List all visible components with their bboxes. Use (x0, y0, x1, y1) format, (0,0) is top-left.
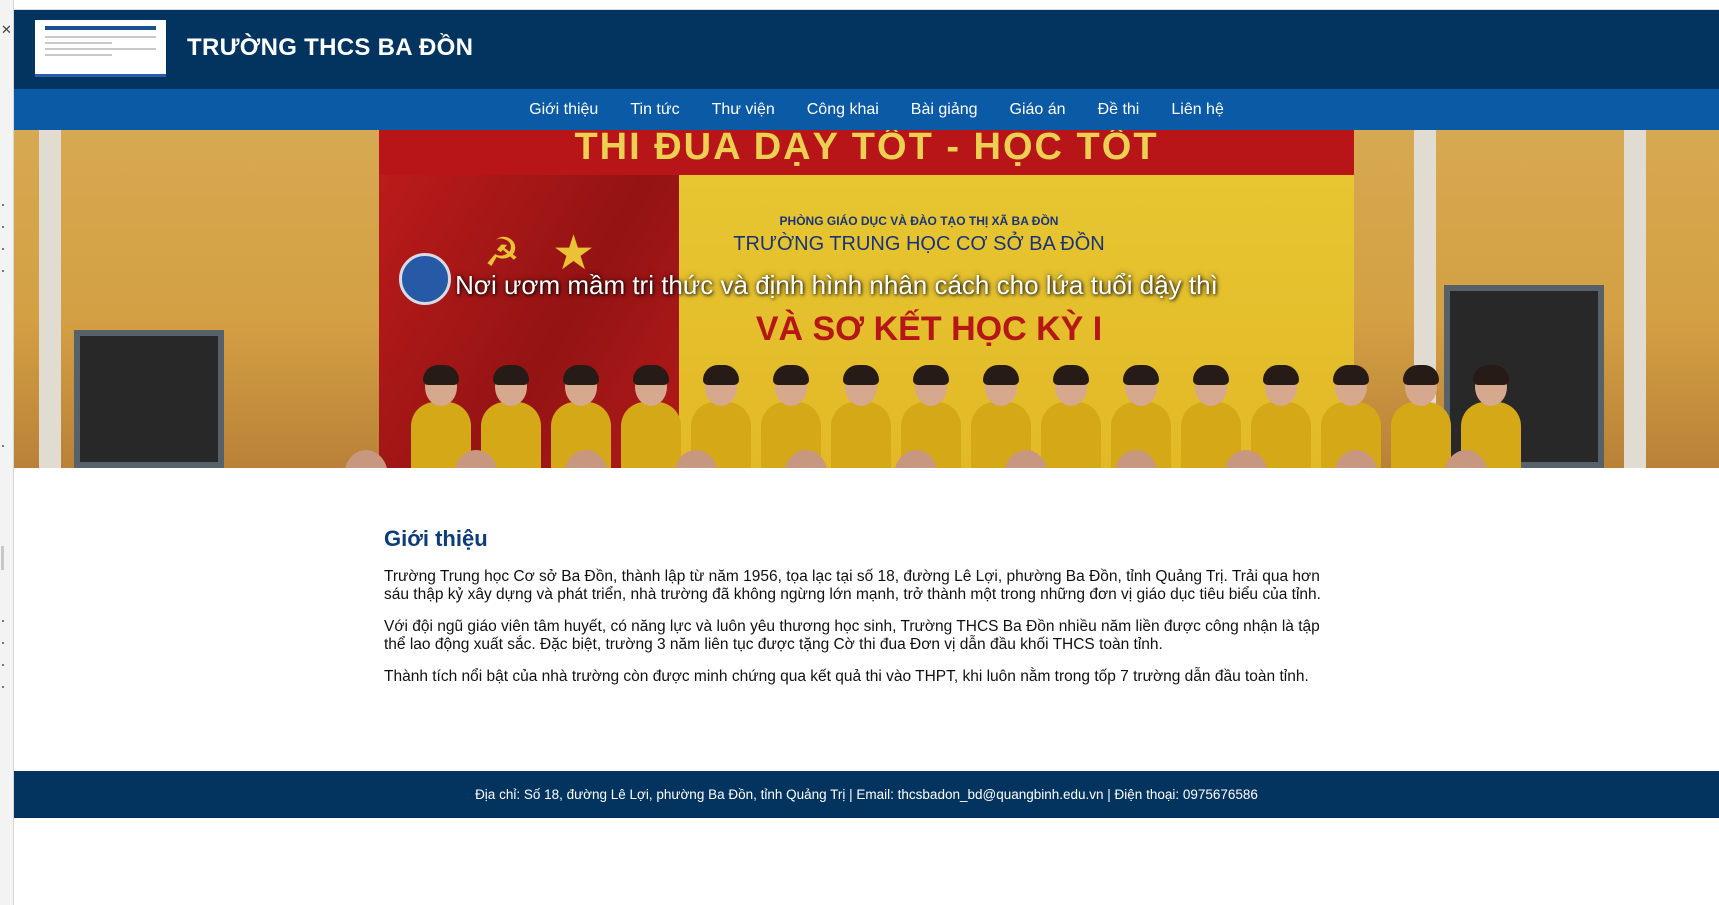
site: TRƯỜNG THCS BA ĐỒN Giới thiệu Tin tức Th… (14, 10, 1719, 818)
nav-item-bai-giang[interactable]: Bài giảng (911, 101, 978, 119)
logo-mini-line (45, 36, 156, 38)
close-icon[interactable]: ✕ (1, 22, 12, 38)
nav-item-de-thi[interactable]: Đề thi (1098, 101, 1140, 119)
strip-dot (2, 642, 4, 644)
strip-dot (2, 226, 4, 228)
intro-paragraph: Với đội ngũ giáo viên tâm huyết, có năng… (384, 618, 1320, 653)
intro-paragraph: Thành tích nổi bật của nhà trường còn đư… (384, 668, 1309, 685)
strip-dot (2, 664, 4, 666)
nav-item-cong-khai[interactable]: Công khai (807, 101, 879, 119)
browser-top-edge (14, 0, 1719, 10)
intro-section: Giới thiệu Trường Trung học Cơ sở Ba Đồn… (384, 526, 1334, 700)
hero-caption-text: Nơi ươm mầm tri thức và định hình nhân c… (455, 270, 1218, 300)
strip-dot (2, 445, 4, 447)
logo-mini-line (45, 54, 112, 56)
nav-item-lien-he[interactable]: Liên hệ (1171, 101, 1224, 119)
nav-item-thu-vien[interactable]: Thư viện (712, 101, 775, 119)
school-logo[interactable] (35, 20, 166, 77)
hero-banner: THI ĐUA DẠY TỐT - HỌC TỐT ☭ ★ PHÒNG GIÁO… (14, 130, 1719, 468)
main-content: Giới thiệu Trường Trung học Cơ sở Ba Đồn… (14, 468, 1719, 771)
strip-dot (2, 686, 4, 688)
logo-mini-line (45, 48, 156, 50)
scroll-handle[interactable] (1, 546, 4, 570)
browser-side-strip: ✕ (0, 0, 14, 905)
strip-dot (2, 248, 4, 250)
nav-item-gioi-thieu[interactable]: Giới thiệu (529, 101, 598, 119)
strip-dot (2, 270, 4, 272)
logo-mini-bar (45, 26, 156, 30)
strip-dot (2, 204, 4, 206)
section-title: Giới thiệu (384, 526, 488, 551)
logo-mini-line (45, 42, 112, 44)
footer-contact-text: Địa chỉ: Số 18, đường Lê Lợi, phường Ba … (475, 787, 1258, 802)
site-title: TRƯỜNG THCS BA ĐỒN (187, 34, 474, 61)
site-footer: Địa chỉ: Số 18, đường Lê Lợi, phường Ba … (14, 771, 1719, 818)
nav-item-tin-tuc[interactable]: Tin tức (630, 101, 679, 119)
site-header: TRƯỜNG THCS BA ĐỒN (14, 10, 1719, 89)
nav-item-giao-an[interactable]: Giáo án (1010, 101, 1066, 119)
main-nav: Giới thiệu Tin tức Thư viện Công khai Bà… (14, 89, 1719, 130)
intro-paragraph: Trường Trung học Cơ sở Ba Đồn, thành lập… (384, 568, 1321, 603)
hero-caption: Nơi ươm mầm tri thức và định hình nhân c… (14, 270, 1719, 301)
strip-dot (2, 620, 4, 622)
